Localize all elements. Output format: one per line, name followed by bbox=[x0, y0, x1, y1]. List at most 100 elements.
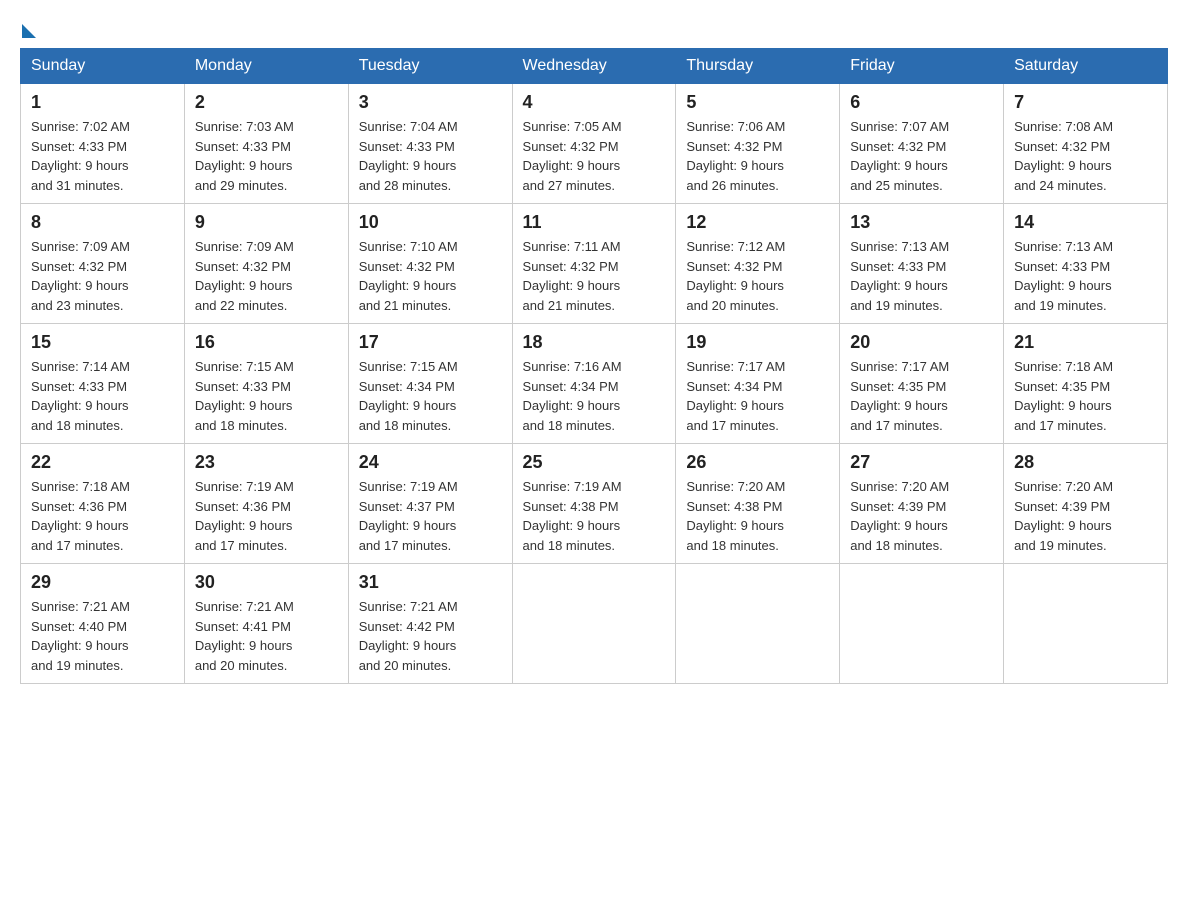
calendar-cell: 6 Sunrise: 7:07 AMSunset: 4:32 PMDaylight… bbox=[840, 84, 1004, 204]
day-number: 20 bbox=[850, 332, 993, 353]
day-number: 14 bbox=[1014, 212, 1157, 233]
calendar-cell: 12 Sunrise: 7:12 AMSunset: 4:32 PMDayligh… bbox=[676, 204, 840, 324]
day-number: 2 bbox=[195, 92, 338, 113]
day-number: 8 bbox=[31, 212, 174, 233]
day-info: Sunrise: 7:10 AMSunset: 4:32 PMDaylight:… bbox=[359, 237, 502, 315]
day-number: 28 bbox=[1014, 452, 1157, 473]
calendar-cell: 27Sunrise: 7:20 AMSunset: 4:39 PMDayligh… bbox=[840, 444, 1004, 564]
day-number: 25 bbox=[523, 452, 666, 473]
day-number: 17 bbox=[359, 332, 502, 353]
day-number: 27 bbox=[850, 452, 993, 473]
day-number: 11 bbox=[523, 212, 666, 233]
day-info: Sunrise: 7:21 AMSunset: 4:42 PMDaylight:… bbox=[359, 597, 502, 675]
day-info: Sunrise: 7:20 AMSunset: 4:39 PMDaylight:… bbox=[1014, 477, 1157, 555]
day-info: Sunrise: 7:03 AMSunset: 4:33 PMDaylight:… bbox=[195, 117, 338, 195]
day-number: 18 bbox=[523, 332, 666, 353]
calendar-cell: 25 Sunrise: 7:19 AMSunset: 4:38 PMDayligh… bbox=[512, 444, 676, 564]
day-info: Sunrise: 7:18 AMSunset: 4:36 PMDaylight:… bbox=[31, 477, 174, 555]
day-info: Sunrise: 7:17 AMSunset: 4:35 PMDaylight:… bbox=[850, 357, 993, 435]
calendar-cell: 30Sunrise: 7:21 AMSunset: 4:41 PMDayligh… bbox=[184, 564, 348, 684]
day-number: 4 bbox=[523, 92, 666, 113]
calendar-cell: 2 Sunrise: 7:03 AMSunset: 4:33 PMDaylight… bbox=[184, 84, 348, 204]
calendar-cell: 11 Sunrise: 7:11 AMSunset: 4:32 PMDayligh… bbox=[512, 204, 676, 324]
calendar-cell bbox=[840, 564, 1004, 684]
day-number: 7 bbox=[1014, 92, 1157, 113]
day-info: Sunrise: 7:07 AMSunset: 4:32 PMDaylight:… bbox=[850, 117, 993, 195]
day-info: Sunrise: 7:13 AMSunset: 4:33 PMDaylight:… bbox=[1014, 237, 1157, 315]
day-number: 23 bbox=[195, 452, 338, 473]
calendar-header-row: Sunday Monday Tuesday Wednesday Thursday… bbox=[21, 49, 1168, 84]
day-number: 5 bbox=[686, 92, 829, 113]
day-info: Sunrise: 7:02 AMSunset: 4:33 PMDaylight:… bbox=[31, 117, 174, 195]
logo-arrow-icon bbox=[22, 24, 36, 38]
day-number: 30 bbox=[195, 572, 338, 593]
calendar-cell: 8Sunrise: 7:09 AMSunset: 4:32 PMDaylight… bbox=[21, 204, 185, 324]
day-number: 29 bbox=[31, 572, 174, 593]
calendar-cell: 26Sunrise: 7:20 AMSunset: 4:38 PMDayligh… bbox=[676, 444, 840, 564]
calendar-cell: 29 Sunrise: 7:21 AMSunset: 4:40 PMDayligh… bbox=[21, 564, 185, 684]
day-info: Sunrise: 7:04 AMSunset: 4:33 PMDaylight:… bbox=[359, 117, 502, 195]
calendar-cell: 14 Sunrise: 7:13 AMSunset: 4:33 PMDayligh… bbox=[1004, 204, 1168, 324]
calendar-cell: 22Sunrise: 7:18 AMSunset: 4:36 PMDayligh… bbox=[21, 444, 185, 564]
day-info: Sunrise: 7:14 AMSunset: 4:33 PMDaylight:… bbox=[31, 357, 174, 435]
calendar-cell: 19 Sunrise: 7:17 AMSunset: 4:34 PMDayligh… bbox=[676, 324, 840, 444]
calendar-cell: 24 Sunrise: 7:19 AMSunset: 4:37 PMDayligh… bbox=[348, 444, 512, 564]
calendar-table: Sunday Monday Tuesday Wednesday Thursday… bbox=[20, 48, 1168, 684]
day-info: Sunrise: 7:08 AMSunset: 4:32 PMDaylight:… bbox=[1014, 117, 1157, 195]
day-info: Sunrise: 7:09 AMSunset: 4:32 PMDaylight:… bbox=[195, 237, 338, 315]
day-info: Sunrise: 7:13 AMSunset: 4:33 PMDaylight:… bbox=[850, 237, 993, 315]
calendar-cell: 13 Sunrise: 7:13 AMSunset: 4:33 PMDayligh… bbox=[840, 204, 1004, 324]
day-info: Sunrise: 7:18 AMSunset: 4:35 PMDaylight:… bbox=[1014, 357, 1157, 435]
day-info: Sunrise: 7:19 AMSunset: 4:38 PMDaylight:… bbox=[523, 477, 666, 555]
day-info: Sunrise: 7:12 AMSunset: 4:32 PMDaylight:… bbox=[686, 237, 829, 315]
day-number: 26 bbox=[686, 452, 829, 473]
calendar-cell bbox=[1004, 564, 1168, 684]
page-header bbox=[20, 20, 1168, 38]
calendar-cell bbox=[512, 564, 676, 684]
day-info: Sunrise: 7:19 AMSunset: 4:37 PMDaylight:… bbox=[359, 477, 502, 555]
calendar-cell: 7 Sunrise: 7:08 AMSunset: 4:32 PMDaylight… bbox=[1004, 84, 1168, 204]
day-number: 21 bbox=[1014, 332, 1157, 353]
day-info: Sunrise: 7:06 AMSunset: 4:32 PMDaylight:… bbox=[686, 117, 829, 195]
day-number: 6 bbox=[850, 92, 993, 113]
week-row-3: 15 Sunrise: 7:14 AMSunset: 4:33 PMDayligh… bbox=[21, 324, 1168, 444]
day-number: 16 bbox=[195, 332, 338, 353]
calendar-cell: 28 Sunrise: 7:20 AMSunset: 4:39 PMDayligh… bbox=[1004, 444, 1168, 564]
calendar-cell bbox=[676, 564, 840, 684]
day-info: Sunrise: 7:16 AMSunset: 4:34 PMDaylight:… bbox=[523, 357, 666, 435]
day-info: Sunrise: 7:17 AMSunset: 4:34 PMDaylight:… bbox=[686, 357, 829, 435]
day-number: 24 bbox=[359, 452, 502, 473]
calendar-cell: 16 Sunrise: 7:15 AMSunset: 4:33 PMDayligh… bbox=[184, 324, 348, 444]
header-saturday: Saturday bbox=[1004, 49, 1168, 84]
header-friday: Friday bbox=[840, 49, 1004, 84]
calendar-cell: 20 Sunrise: 7:17 AMSunset: 4:35 PMDayligh… bbox=[840, 324, 1004, 444]
calendar-cell: 21 Sunrise: 7:18 AMSunset: 4:35 PMDayligh… bbox=[1004, 324, 1168, 444]
logo bbox=[20, 20, 36, 38]
day-number: 12 bbox=[686, 212, 829, 233]
day-number: 31 bbox=[359, 572, 502, 593]
calendar-cell: 31 Sunrise: 7:21 AMSunset: 4:42 PMDayligh… bbox=[348, 564, 512, 684]
day-number: 1 bbox=[31, 92, 174, 113]
day-number: 9 bbox=[195, 212, 338, 233]
day-number: 19 bbox=[686, 332, 829, 353]
calendar-cell: 3 Sunrise: 7:04 AMSunset: 4:33 PMDaylight… bbox=[348, 84, 512, 204]
day-info: Sunrise: 7:19 AMSunset: 4:36 PMDaylight:… bbox=[195, 477, 338, 555]
day-number: 10 bbox=[359, 212, 502, 233]
calendar-cell: 15 Sunrise: 7:14 AMSunset: 4:33 PMDayligh… bbox=[21, 324, 185, 444]
calendar-cell: 18 Sunrise: 7:16 AMSunset: 4:34 PMDayligh… bbox=[512, 324, 676, 444]
header-monday: Monday bbox=[184, 49, 348, 84]
day-number: 3 bbox=[359, 92, 502, 113]
day-info: Sunrise: 7:15 AMSunset: 4:34 PMDaylight:… bbox=[359, 357, 502, 435]
calendar-cell: 23 Sunrise: 7:19 AMSunset: 4:36 PMDayligh… bbox=[184, 444, 348, 564]
day-number: 15 bbox=[31, 332, 174, 353]
calendar-cell: 4Sunrise: 7:05 AMSunset: 4:32 PMDaylight… bbox=[512, 84, 676, 204]
week-row-5: 29 Sunrise: 7:21 AMSunset: 4:40 PMDayligh… bbox=[21, 564, 1168, 684]
day-info: Sunrise: 7:21 AMSunset: 4:40 PMDaylight:… bbox=[31, 597, 174, 675]
day-info: Sunrise: 7:11 AMSunset: 4:32 PMDaylight:… bbox=[523, 237, 666, 315]
calendar-cell: 5 Sunrise: 7:06 AMSunset: 4:32 PMDaylight… bbox=[676, 84, 840, 204]
day-number: 13 bbox=[850, 212, 993, 233]
header-sunday: Sunday bbox=[21, 49, 185, 84]
week-row-1: 1 Sunrise: 7:02 AMSunset: 4:33 PMDaylight… bbox=[21, 84, 1168, 204]
day-info: Sunrise: 7:15 AMSunset: 4:33 PMDaylight:… bbox=[195, 357, 338, 435]
calendar-cell: 1 Sunrise: 7:02 AMSunset: 4:33 PMDaylight… bbox=[21, 84, 185, 204]
